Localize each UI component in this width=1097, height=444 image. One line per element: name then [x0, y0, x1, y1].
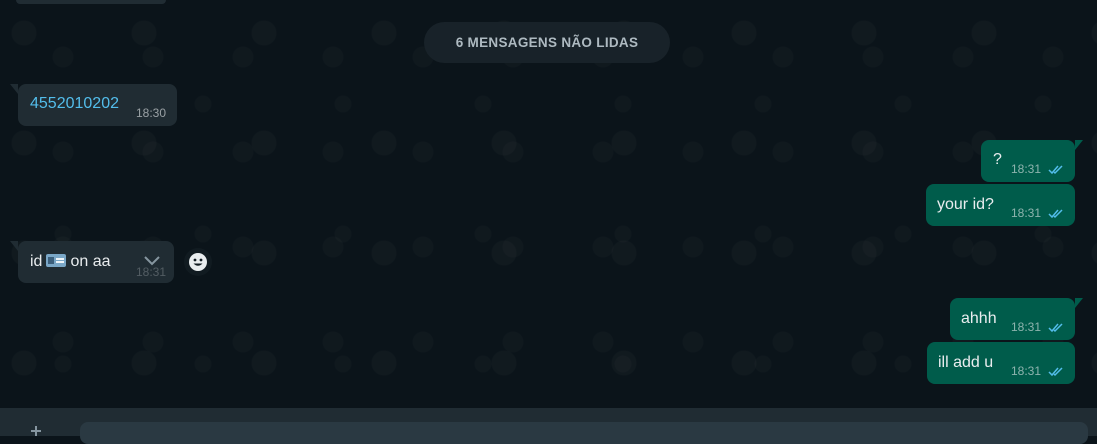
message-menu-button[interactable] [136, 248, 168, 274]
message-composer [0, 408, 1097, 444]
message-text: id on aa [30, 253, 111, 271]
message-input[interactable] [80, 422, 1088, 444]
id-card-emoji-icon [46, 254, 67, 267]
message-text: ? [993, 151, 1002, 168]
unread-messages-separator: 6 MENSAGENS NÃO LIDAS [424, 22, 670, 63]
emoji-icon [189, 253, 207, 271]
message-outgoing[interactable]: ill add u 18:31 [927, 342, 1075, 384]
double-check-icon [1048, 367, 1063, 377]
message-text-part: id [30, 253, 43, 270]
message-text: your id? [937, 196, 994, 213]
chevron-down-icon [144, 256, 160, 266]
unread-separator-label: 6 MENSAGENS NÃO LIDAS [455, 35, 639, 50]
message-outgoing[interactable]: ? 18:31 [981, 140, 1083, 182]
plus-icon[interactable] [28, 424, 44, 436]
phone-number-link[interactable]: 4552010202 [30, 95, 119, 113]
message-outgoing[interactable]: your id? 18:31 [926, 184, 1075, 226]
message-text: ahhh [961, 310, 997, 327]
message-text-part: on aa [70, 253, 111, 270]
previous-message-edge [16, 0, 166, 4]
double-check-icon [1048, 209, 1063, 219]
double-check-icon [1048, 323, 1063, 333]
message-time: 18:31 [1011, 364, 1042, 378]
react-button[interactable] [184, 248, 212, 276]
message-time: 18:31 [1011, 206, 1042, 220]
message-text: ill add u [938, 354, 994, 371]
message-time: 18:30 [136, 106, 167, 120]
message-time: 18:31 [1011, 162, 1042, 176]
message-incoming[interactable]: 4552010202 18:30 [10, 84, 177, 126]
chat-background: 6 MENSAGENS NÃO LIDAS 4552010202 18:30 ?… [0, 0, 1097, 408]
message-outgoing[interactable]: ahhh 18:31 [950, 298, 1083, 340]
message-time: 18:31 [1011, 320, 1042, 334]
double-check-icon [1048, 165, 1063, 175]
